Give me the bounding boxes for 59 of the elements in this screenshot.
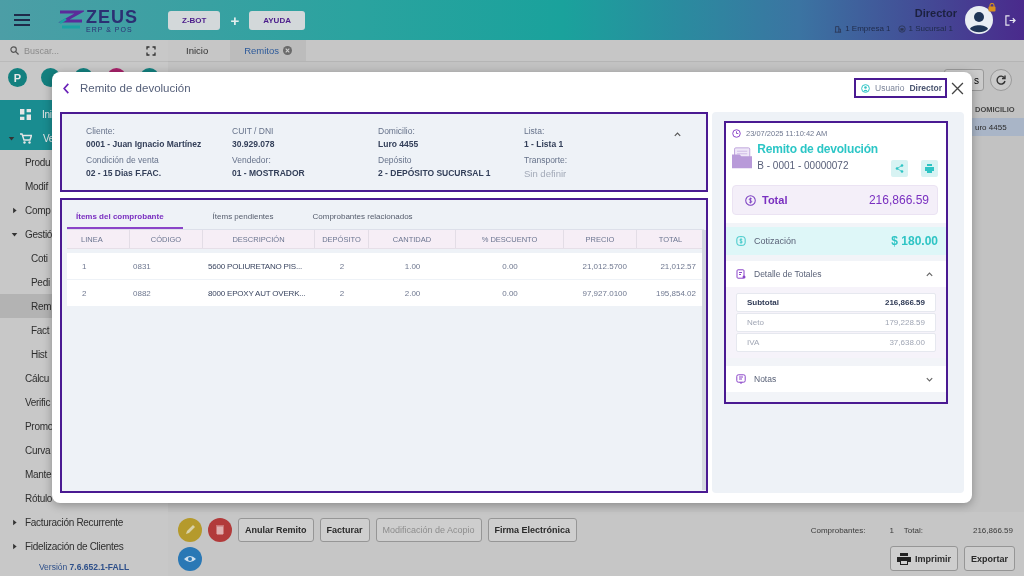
field-label: Depósito bbox=[378, 155, 413, 165]
user-name: Director bbox=[914, 7, 957, 19]
row-value: 216,866.59 bbox=[884, 298, 925, 307]
table-cell-text: 21,012.5700 bbox=[581, 260, 628, 273]
rate-label: Cotización bbox=[754, 236, 797, 246]
table-cell-text: 2 bbox=[338, 260, 346, 273]
table-cell-text: 2 bbox=[338, 287, 346, 300]
field-value: 1 - Lista 1 bbox=[524, 139, 565, 149]
section-title: Detalle de Totales bbox=[754, 269, 822, 279]
field-label: CUIT / DNI bbox=[232, 126, 275, 136]
table-cell-text: 2.00 bbox=[403, 287, 422, 300]
field-label: Cliente: bbox=[86, 126, 116, 136]
field-label: Vendedor: bbox=[232, 155, 272, 165]
count-value: 1 bbox=[889, 525, 894, 535]
total-label: Total bbox=[762, 194, 788, 206]
field-value: 30.929.078 bbox=[232, 139, 276, 149]
table-cell-text: uro 4455 bbox=[975, 122, 1008, 132]
count-label: Comprobantes: bbox=[810, 525, 866, 535]
field-value: 01 - MOSTRADOR bbox=[232, 168, 306, 178]
table-cell-text: 0882 bbox=[132, 287, 152, 300]
table-cell-text: 1.00 bbox=[403, 260, 422, 273]
version-label: Versión 7.6.652.1-FALL bbox=[37, 561, 131, 574]
row-label: Neto bbox=[747, 318, 764, 327]
dialog-title: Remito de devolución bbox=[80, 82, 191, 94]
table-cell-text: 97,927.0100 bbox=[581, 287, 628, 300]
row-label: Subtotal bbox=[747, 298, 779, 307]
table-cell-text: 195,854.02 bbox=[654, 287, 697, 300]
table-cell-text: 8000 EPOXY AUT OVERK... bbox=[207, 287, 307, 300]
field-label: Lista: bbox=[524, 126, 546, 136]
field-label: Domicilio: bbox=[378, 126, 416, 136]
user-value: Director bbox=[909, 83, 942, 93]
table-cell-text: 0.00 bbox=[501, 287, 519, 300]
row-value: 37,638.00 bbox=[889, 338, 925, 347]
field-label: Transporte: bbox=[524, 155, 569, 165]
plus-separator: + bbox=[230, 11, 240, 29]
field-value: 0001 - Juan Ignacio Martínez bbox=[86, 139, 203, 149]
rate-value: $ 180.00 bbox=[891, 234, 938, 248]
total-value: 216,866.59 bbox=[868, 193, 929, 207]
field-label: Condición de venta bbox=[86, 155, 160, 165]
field-value: Luro 4455 bbox=[378, 139, 420, 149]
field-value: 2 - DEPÓSITO SUCURSAL 1 bbox=[378, 168, 492, 178]
logo-text: ZEUS bbox=[86, 7, 138, 26]
total-label: Total: bbox=[903, 525, 923, 535]
table-cell-text: 5600 POLIURETANO PIS... bbox=[207, 260, 303, 273]
row-value: 179,228.59 bbox=[884, 318, 925, 327]
table-cell-text: 1 bbox=[81, 260, 88, 273]
company-label: 1 Empresa 1 bbox=[845, 24, 891, 33]
table-cell-text: 21,012.57 bbox=[659, 260, 697, 273]
document-title: Remito de devolución bbox=[757, 142, 878, 156]
field-value: Sin definir bbox=[524, 168, 568, 179]
row-label: IVA bbox=[747, 338, 760, 347]
table-cell-text: 0.00 bbox=[501, 260, 519, 273]
total-value: 216,866.59 bbox=[972, 525, 1013, 535]
document-number: B - 0001 - 00000072 bbox=[757, 160, 850, 171]
user-label: Usuario bbox=[875, 83, 905, 93]
table-cell-text: 0831 bbox=[132, 260, 152, 273]
field-value: 02 - 15 Dias F.FAC. bbox=[86, 168, 163, 178]
table-cell-text: 2 bbox=[81, 287, 88, 300]
section-title: Notas bbox=[754, 374, 777, 384]
